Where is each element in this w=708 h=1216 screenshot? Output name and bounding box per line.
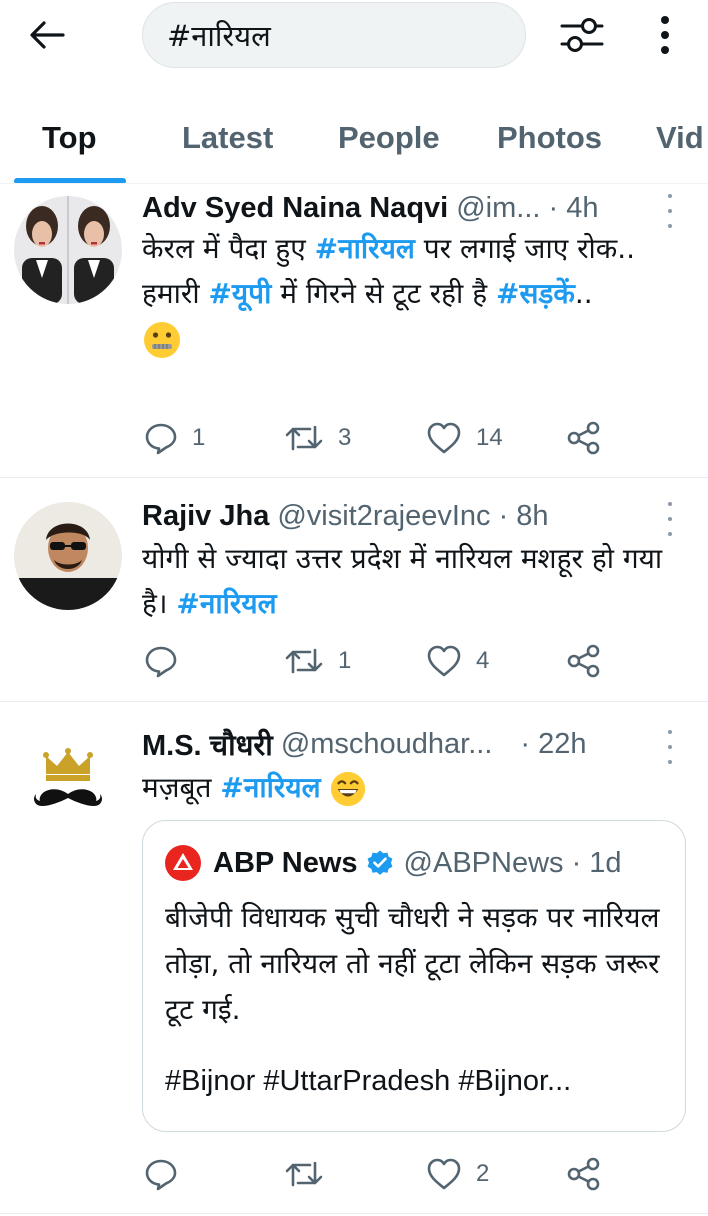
hashtag-link[interactable]: #यूपी: [208, 277, 271, 310]
top-bar: #नारियल: [0, 0, 708, 80]
like-button[interactable]: 2: [426, 1154, 489, 1194]
reply-icon: [145, 646, 177, 678]
sliders-icon: [560, 18, 604, 52]
search-input[interactable]: #नारियल: [142, 2, 526, 68]
search-tabs: Top Latest People Photos Vid: [0, 90, 708, 184]
tab-top[interactable]: Top: [42, 120, 97, 156]
tweet[interactable]: Adv Syed Naina Naqvi @im... · 4h केरल मे…: [0, 184, 708, 478]
retweet-button[interactable]: 3: [284, 418, 351, 458]
quoted-author-name: ABP News: [213, 846, 358, 879]
reply-button[interactable]: [144, 641, 192, 681]
author-handle[interactable]: @visit2rajeevInc · 8h: [277, 500, 548, 533]
share-icon: [567, 1157, 600, 1191]
quoted-author-handle: @ABPNews · 1d: [403, 846, 622, 879]
verified-badge-icon: [366, 849, 394, 877]
like-button[interactable]: 4: [426, 641, 489, 681]
grinning-face-emoji: [331, 771, 366, 807]
heart-icon: [427, 422, 461, 454]
tweet[interactable]: M.S. चौधरी @mschoudhar... · 22h मज़बूत #…: [0, 702, 708, 1214]
tweet-menu-button[interactable]: [660, 502, 680, 536]
retweet-icon: [285, 425, 323, 451]
hashtag-link[interactable]: #नारियल: [176, 587, 276, 620]
like-count: 4: [476, 647, 490, 674]
text-segment: मज़बूत: [142, 771, 221, 804]
retweet-count: 1: [338, 647, 352, 674]
retweet-button[interactable]: [284, 1154, 338, 1194]
search-query: #नारियल: [167, 18, 271, 53]
zipper-mouth-face-emoji: [144, 322, 180, 358]
tweet-text: मज़बूत #नारियल: [142, 765, 692, 810]
abp-news-logo[interactable]: [165, 845, 201, 881]
hashtag-link[interactable]: #नारियल: [315, 232, 415, 265]
tweet-header: M.S. चौधरी @mschoudhar... · 22h: [142, 724, 587, 764]
share-button[interactable]: [566, 641, 602, 681]
like-count: 2: [476, 1160, 490, 1187]
tab-photos[interactable]: Photos: [497, 120, 602, 156]
share-icon: [567, 644, 600, 678]
quoted-tweet-header: ABP News @ABPNews · 1d: [165, 843, 622, 883]
tweet-menu-button[interactable]: [660, 730, 680, 764]
retweet-icon: [285, 648, 323, 674]
avatar[interactable]: [14, 502, 122, 610]
like-count: 14: [476, 424, 503, 451]
tweet-text: योगी से ज्यादा उत्तर प्रदेश में नारियल म…: [142, 536, 692, 626]
search-filter-button[interactable]: [556, 12, 608, 58]
quoted-tweet[interactable]: ABP News @ABPNews · 1d बीजेपी विधायक सुच…: [142, 820, 686, 1132]
text-segment: केरल में पैदा हुए: [142, 232, 315, 265]
retweet-button[interactable]: 1: [284, 641, 351, 681]
back-button[interactable]: [22, 12, 72, 58]
heart-icon: [427, 1158, 461, 1190]
tab-people[interactable]: People: [338, 120, 440, 156]
abp-logo-icon: [173, 853, 193, 870]
avatar[interactable]: [14, 726, 122, 834]
tweet-header: Adv Syed Naina Naqvi @im... · 4h: [142, 188, 598, 228]
reply-icon: [145, 423, 177, 455]
tweet[interactable]: Rajiv Jha @visit2rajeevInc · 8h योगी से …: [0, 478, 708, 702]
avatar[interactable]: [14, 196, 122, 304]
reply-icon: [145, 1159, 177, 1191]
text-segment: हमारी: [142, 277, 209, 310]
author-name[interactable]: Rajiv Jha: [142, 500, 269, 533]
tweet-actions: 2: [142, 1154, 682, 1194]
more-options-button[interactable]: [648, 10, 682, 60]
heart-icon: [427, 645, 461, 677]
author-handle[interactable]: @mschoudhar...: [281, 728, 493, 761]
reply-button[interactable]: [144, 1154, 192, 1194]
quoted-tweet-text: बीजेपी विधायक सुची चौधरी ने सड़क पर नारि…: [165, 901, 660, 1026]
share-button[interactable]: [566, 418, 602, 458]
retweet-icon: [285, 1161, 323, 1187]
author-name[interactable]: Adv Syed Naina Naqvi: [142, 192, 448, 225]
hashtag-link[interactable]: #सड़कें: [496, 277, 575, 310]
arrow-left-icon: [30, 21, 65, 49]
author-name[interactable]: M.S. चौधरी: [142, 725, 273, 764]
reply-button[interactable]: 1: [144, 418, 205, 458]
text-segment: में गिरने से टूट रही है: [271, 277, 496, 310]
share-button[interactable]: [566, 1154, 602, 1194]
tweet-menu-button[interactable]: [660, 194, 680, 228]
author-handle[interactable]: @im... · 4h: [456, 192, 598, 225]
tweet-actions: 1 4: [142, 641, 682, 681]
quoted-tweet-hashtags: #Bijnor #UttarPradesh #Bijnor...: [165, 1065, 572, 1097]
tab-videos[interactable]: Vid: [656, 120, 704, 156]
hashtag-link[interactable]: #नारियल: [220, 771, 320, 804]
tweet-text: केरल में पैदा हुए #नारियल पर लगाई जाए रो…: [142, 226, 692, 361]
text-segment: ..: [574, 277, 593, 310]
share-icon: [567, 421, 600, 455]
tab-latest[interactable]: Latest: [182, 120, 273, 156]
like-button[interactable]: 14: [426, 418, 503, 458]
tweet-header: Rajiv Jha @visit2rajeevInc · 8h: [142, 496, 549, 536]
more-vertical-icon: [661, 16, 669, 54]
tweet-actions: 1 3 14: [142, 418, 682, 458]
retweet-count: 3: [338, 424, 352, 451]
text-segment: पर लगाई जाए रोक..: [414, 232, 636, 265]
reply-count: 1: [192, 424, 206, 451]
tweet-time[interactable]: · 22h: [520, 728, 586, 761]
